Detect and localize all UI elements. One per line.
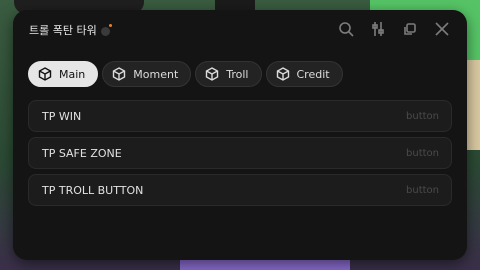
tab-label: Main: [59, 67, 86, 81]
button-list: TP WIN button TP SAFE ZONE button TP TRO…: [28, 100, 452, 211]
bomb-icon: [100, 23, 112, 36]
window-controls: [337, 20, 451, 38]
element-type-label: button: [406, 184, 439, 196]
element-type-label: button: [406, 147, 439, 159]
button-label: TP SAFE ZONE: [42, 146, 122, 160]
tab-troll[interactable]: Troll: [195, 61, 262, 87]
box-icon: [111, 66, 127, 82]
tp-troll-button-button[interactable]: TP TROLL BUTTON button: [28, 174, 452, 206]
tab-credit[interactable]: Credit: [265, 61, 343, 87]
tp-safe-zone-button[interactable]: TP SAFE ZONE button: [28, 137, 452, 169]
element-type-label: button: [406, 110, 439, 122]
close-icon[interactable]: [433, 20, 451, 38]
tab-label: Troll: [226, 67, 249, 81]
tab-moment[interactable]: Moment: [102, 61, 192, 87]
box-icon: [275, 66, 291, 82]
script-hub-window: 트롤 폭탄 타워 Main Moment Troll Credit TP WIN…: [13, 10, 467, 260]
tp-win-button[interactable]: TP WIN button: [28, 100, 452, 132]
button-label: TP WIN: [42, 109, 82, 123]
box-icon: [37, 66, 53, 82]
settings-sliders-icon[interactable]: [369, 20, 387, 38]
tab-label: Credit: [296, 67, 330, 81]
copy-icon[interactable]: [401, 20, 419, 38]
box-icon: [204, 66, 220, 82]
window-title: 트롤 폭탄 타워: [29, 24, 97, 37]
tab-label: Moment: [133, 67, 179, 81]
search-icon[interactable]: [337, 20, 355, 38]
button-label: TP TROLL BUTTON: [42, 183, 144, 197]
window-title-area: 트롤 폭탄 타워: [29, 22, 112, 40]
tab-main[interactable]: Main: [28, 61, 99, 87]
tab-bar: Main Moment Troll Credit: [28, 61, 343, 87]
